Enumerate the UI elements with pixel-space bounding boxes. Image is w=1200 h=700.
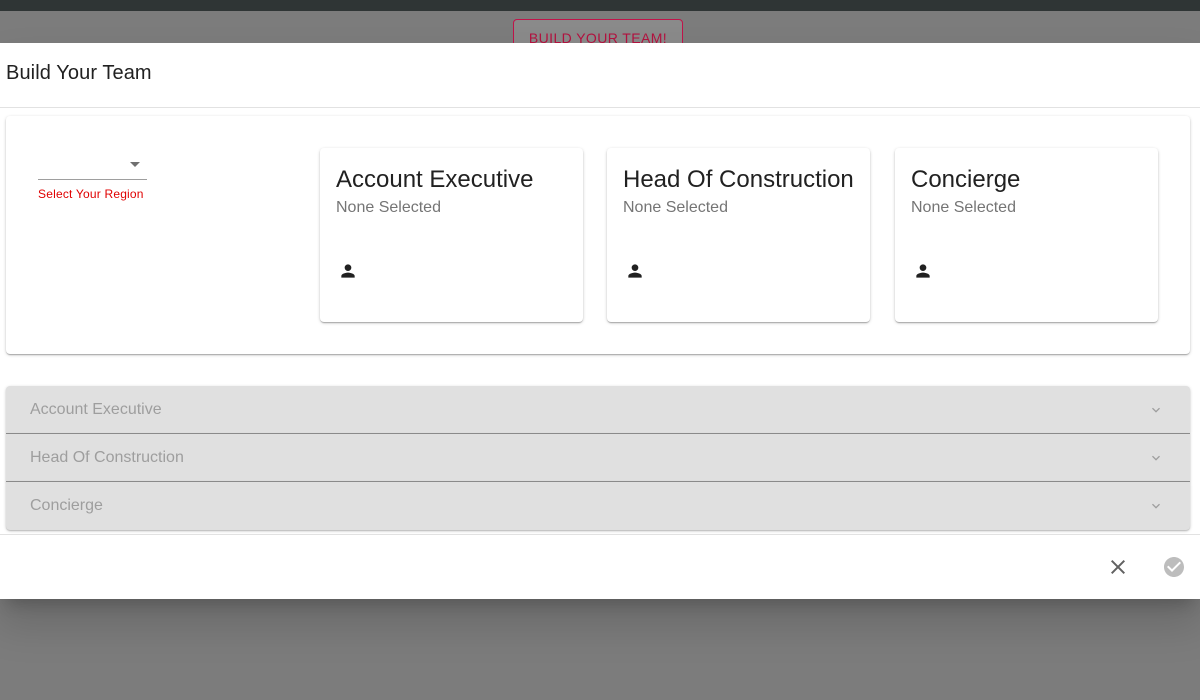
card-subtitle: None Selected	[336, 199, 441, 216]
card-subtitle: None Selected	[623, 199, 728, 216]
card-title: Head Of Construction	[623, 166, 854, 193]
chevron-down-icon[interactable]	[1148, 498, 1164, 514]
caret-down-icon	[130, 162, 140, 167]
app-top-bar	[0, 0, 1200, 11]
build-team-dialog: Build Your Team Select Your Region Accou…	[0, 43, 1200, 599]
person-icon	[916, 264, 930, 278]
team-panel: Select Your Region Account Executive Non…	[6, 116, 1190, 354]
dialog-title: Build Your Team	[6, 62, 152, 84]
role-card-account-executive[interactable]: Account Executive None Selected	[320, 148, 583, 322]
title-divider	[0, 107, 1200, 108]
role-card-concierge[interactable]: Concierge None Selected	[895, 148, 1158, 322]
region-helper-text: Select Your Region	[38, 187, 144, 201]
accordion-head-of-construction[interactable]: Head Of Construction	[6, 434, 1190, 482]
accordion-label: Account Executive	[30, 401, 162, 418]
chevron-down-icon[interactable]	[1148, 402, 1164, 418]
role-card-head-of-construction[interactable]: Head Of Construction None Selected	[607, 148, 870, 322]
person-icon	[341, 264, 355, 278]
chevron-down-icon[interactable]	[1148, 450, 1164, 466]
confirm-button[interactable]	[1162, 555, 1186, 579]
accordion-label: Head Of Construction	[30, 449, 184, 466]
accordion-concierge[interactable]: Concierge	[6, 482, 1190, 530]
region-select[interactable]	[38, 152, 147, 180]
card-subtitle: None Selected	[911, 199, 1016, 216]
accordion-account-executive[interactable]: Account Executive	[6, 386, 1190, 434]
card-title: Concierge	[911, 166, 1021, 193]
close-button[interactable]	[1106, 555, 1130, 579]
card-title: Account Executive	[336, 166, 534, 193]
close-icon	[1111, 560, 1125, 574]
check-circle-icon	[1164, 557, 1184, 577]
person-icon	[628, 264, 642, 278]
accordion-label: Concierge	[30, 497, 103, 514]
actions-divider	[0, 534, 1200, 535]
